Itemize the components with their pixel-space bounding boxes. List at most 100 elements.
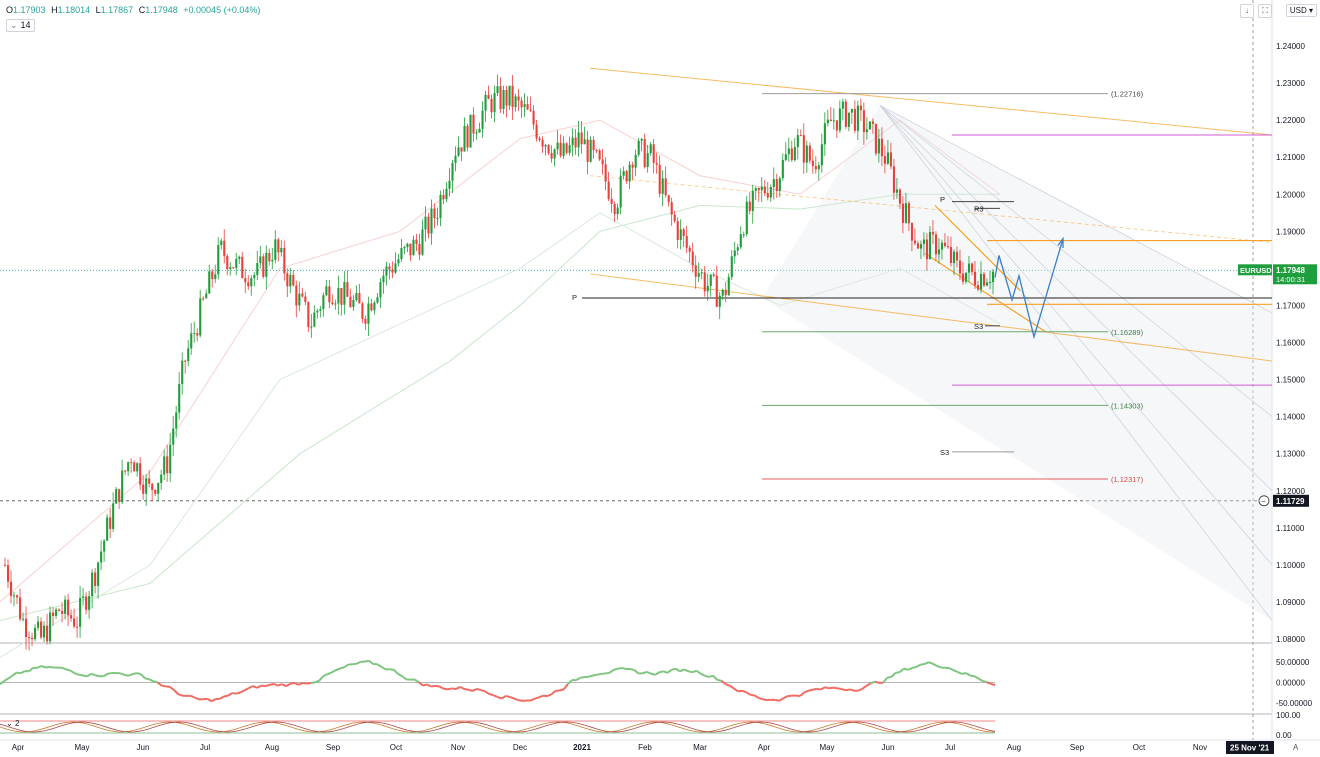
candle-body (790, 148, 793, 161)
candle-body (298, 293, 301, 306)
candle-body (328, 286, 331, 303)
osc-segment (223, 694, 229, 698)
candle-body (958, 260, 962, 274)
osc-segment (203, 697, 208, 701)
candle-body (589, 139, 592, 162)
candle-body (928, 231, 932, 260)
candle-body (787, 148, 790, 155)
indicator-legend-toggle[interactable]: ⌄ 14 (6, 19, 35, 32)
osc-segment (588, 674, 594, 678)
candle-body (931, 231, 935, 235)
candle-body (175, 412, 178, 429)
candle-body (97, 562, 100, 586)
candle-body (655, 162, 658, 165)
osc-segment (692, 669, 697, 674)
osc-segment (161, 684, 166, 688)
download-icon[interactable]: ↓ (1240, 4, 1254, 18)
currency-selector[interactable]: USD ▾ (1285, 4, 1317, 17)
pivot-label-left: P (572, 293, 577, 302)
auto-scale-button: A (1293, 743, 1299, 752)
candle-body (517, 96, 520, 101)
osc-segment (136, 672, 142, 676)
candle-body (889, 152, 892, 167)
osc-segment (828, 686, 834, 690)
candle-body (760, 186, 763, 191)
osc-segment (165, 685, 171, 688)
osc-segment (236, 691, 241, 695)
candle-body (172, 428, 175, 445)
s3-lower-label: S3 (940, 448, 949, 457)
candle-body (301, 293, 304, 297)
candle-body (856, 105, 859, 131)
indicator2-period: 2 (14, 719, 20, 728)
osc-segment (497, 696, 502, 700)
osc-segment (476, 687, 482, 692)
open-label: O (6, 5, 14, 15)
candle-body (469, 114, 472, 148)
candle-body (667, 195, 670, 203)
candle-body (619, 175, 622, 208)
candle-body (772, 179, 775, 188)
osc-segment (107, 671, 113, 675)
low-value: 1.17867 (100, 5, 134, 15)
x-tick-label: Aug (265, 743, 279, 752)
candle-body (934, 234, 938, 255)
osc-segment (339, 666, 345, 670)
osc-segment (737, 689, 743, 693)
candle-body (151, 483, 154, 490)
osc-segment (837, 687, 842, 691)
candle-body (244, 278, 247, 283)
fullscreen-icon[interactable]: ⛶ (1258, 4, 1272, 18)
chart-canvas[interactable]: (1.22716) P R3 P S3 (1.16289) (1.14303) S3 (1.12… (0, 0, 1320, 757)
candle-body (460, 147, 463, 152)
candle-body (865, 129, 868, 133)
candle-body (625, 171, 628, 182)
candle-body (709, 274, 712, 286)
osc-segment (816, 687, 822, 691)
candle-body (25, 618, 28, 637)
y-tick-label: 1.22000 (1276, 116, 1305, 125)
osc-segment (911, 666, 917, 669)
indicator2-legend[interactable]: ⌄ 2 (6, 719, 19, 728)
candle-body (358, 293, 361, 304)
candle-body (313, 312, 316, 327)
candle-body (10, 581, 13, 596)
candle-body (232, 267, 235, 269)
osc-segment (505, 694, 511, 698)
osc-segment (509, 696, 515, 700)
candle-body (673, 214, 676, 222)
candle-body (61, 610, 64, 614)
candle-body (496, 86, 499, 94)
candle-body (43, 625, 46, 638)
candle-body (271, 259, 274, 262)
candle-body (961, 273, 965, 282)
osc-segment (144, 677, 150, 681)
candle-body (664, 178, 667, 196)
candle-body (991, 271, 995, 282)
candle-body (283, 247, 286, 274)
osc-segment (422, 683, 428, 687)
candle-body (700, 272, 703, 274)
currency-value: USD (1289, 6, 1307, 15)
candle-body (739, 234, 742, 248)
candle-body (757, 188, 760, 191)
candle-body (982, 273, 986, 286)
candle-body (382, 275, 385, 283)
candle-body (967, 263, 971, 273)
osc-segment (443, 687, 448, 691)
candle-body (400, 247, 403, 260)
osc-segment (982, 680, 987, 684)
candle-body (970, 263, 974, 272)
candle-body (397, 259, 400, 264)
osc-segment (903, 667, 909, 671)
candle-body (892, 166, 895, 193)
osc-segment (431, 684, 436, 688)
x-tick-label: Jul (945, 743, 955, 752)
osc-segment (650, 672, 656, 676)
candle-body (508, 85, 511, 106)
osc-segment (762, 698, 768, 702)
osc-segment (534, 696, 540, 700)
osc-segment (824, 686, 830, 690)
osc-segment (16, 671, 21, 675)
candle-body (379, 282, 382, 298)
